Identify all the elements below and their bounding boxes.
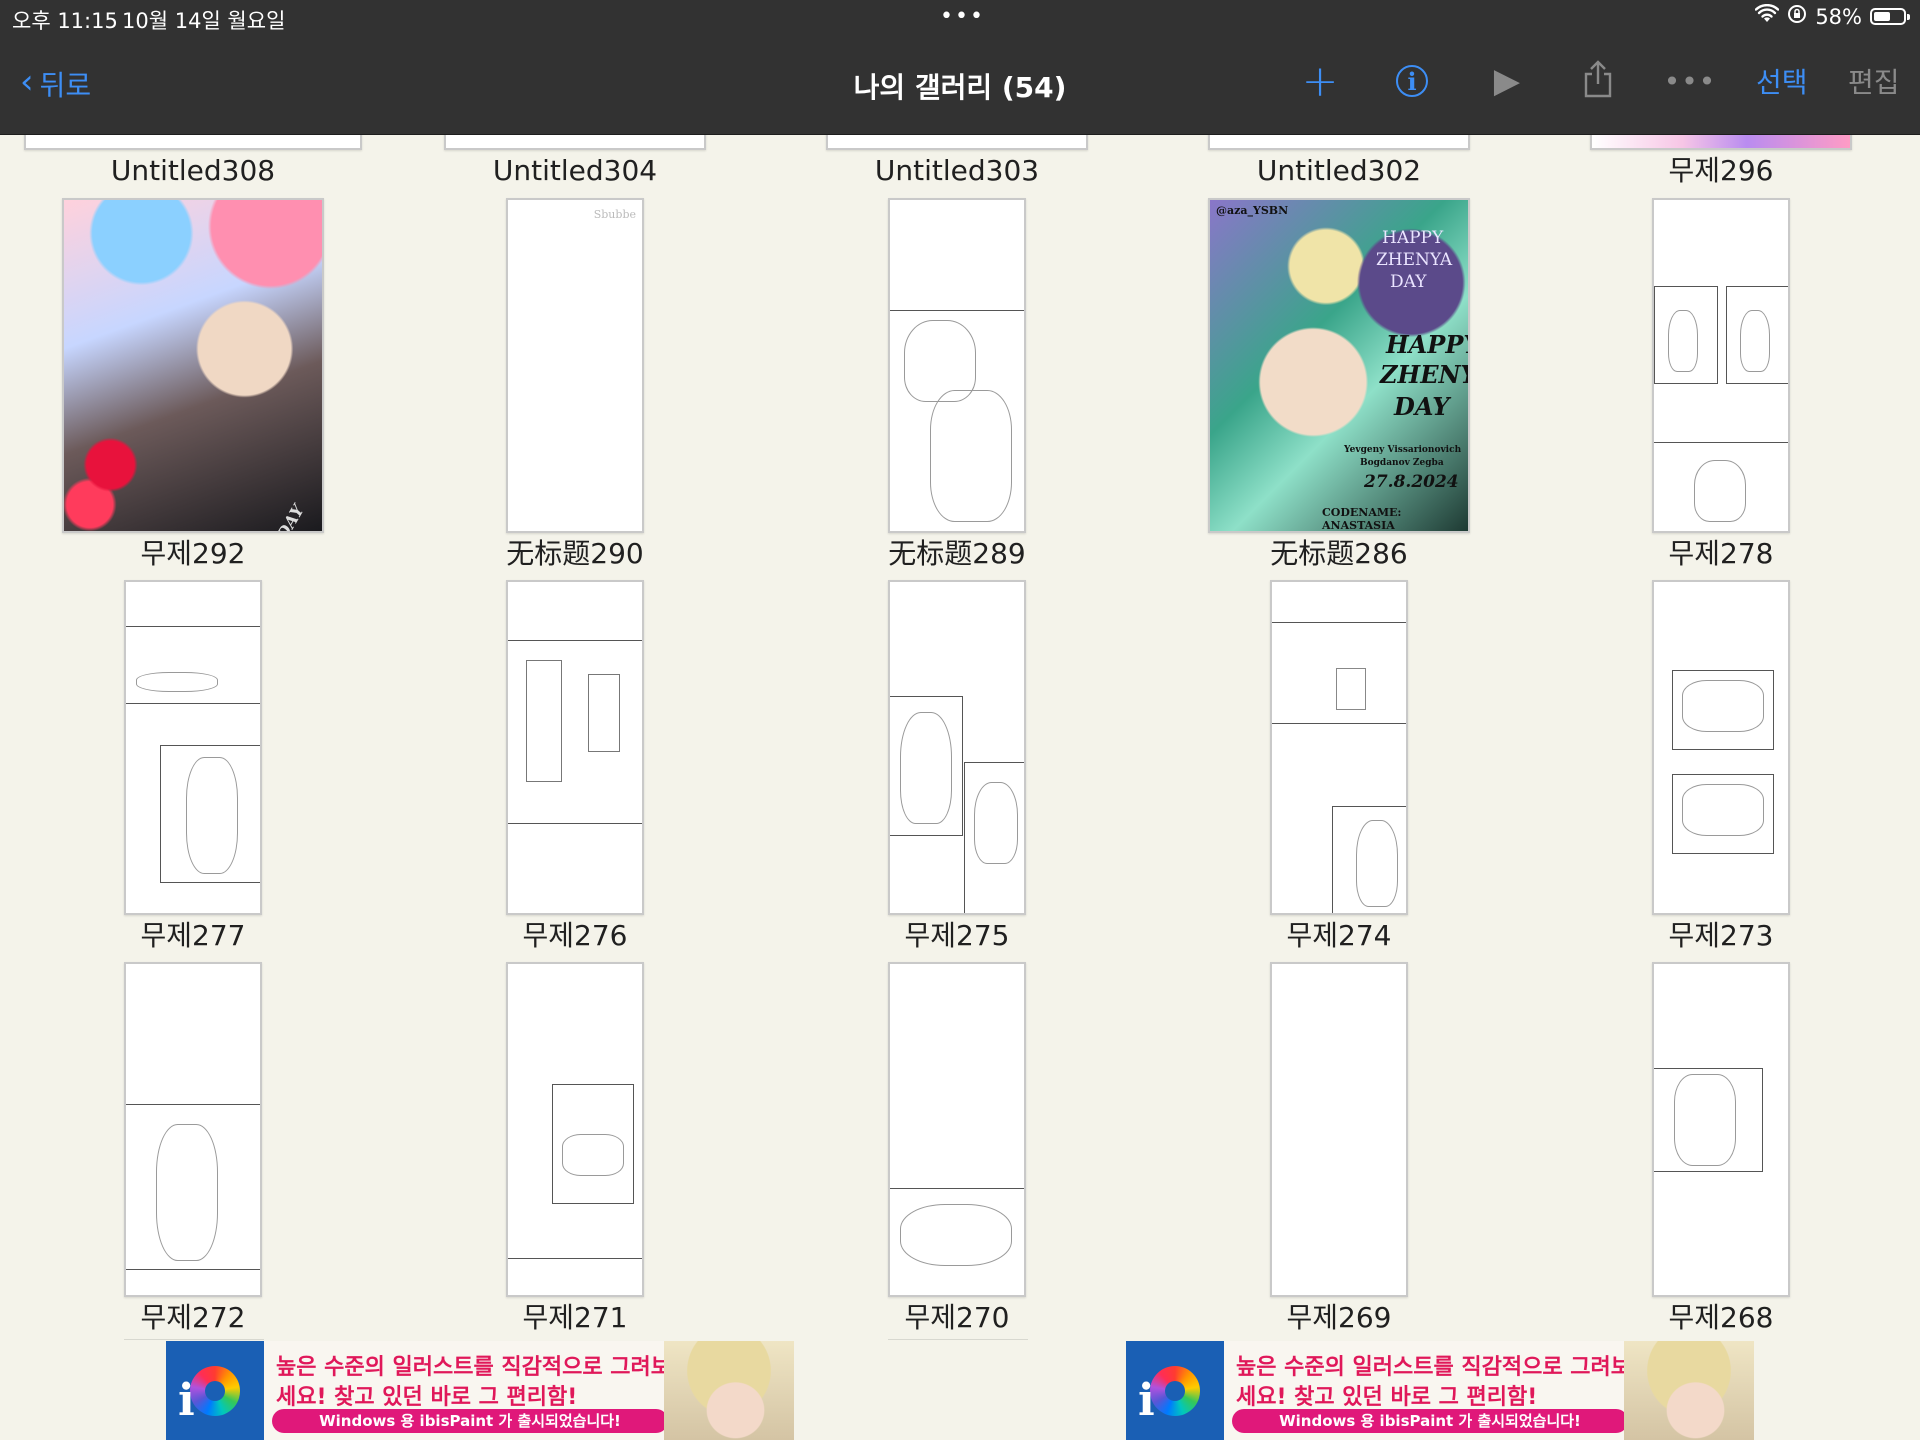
artwork-thumbnail[interactable]: @aza_YSBN HAPPY ZHENYA DAY HAPPY ZHENYA …: [1208, 198, 1470, 533]
artwork-title: 무제276: [522, 919, 628, 952]
ad-headline: 높은 수준의 일러스트를 직감적으로 그려보: [1236, 1355, 1631, 1380]
share-icon: [1582, 60, 1614, 102]
artwork-signature: HAPPY ... DAY: [228, 502, 308, 532]
artwork-thumbnail[interactable]: [1270, 580, 1408, 915]
artwork-thumbnail[interactable]: HAPPY ... DAY: [62, 198, 324, 533]
artwork-thumbnail[interactable]: [506, 962, 644, 1297]
status-bar: 오후 11:15 10월 14일 월요일 ••• 58%: [0, 0, 1920, 36]
ad-character-image: [1624, 1341, 1754, 1440]
artwork-title: 무제269: [1286, 1301, 1392, 1334]
battery-percent: 58%: [1815, 4, 1862, 29]
logo-letter: i: [178, 1375, 195, 1426]
artwork-thumbnail[interactable]: [888, 198, 1026, 533]
artwork-thumbnail[interactable]: [888, 962, 1026, 1297]
logo-letter: i: [1138, 1375, 1155, 1426]
artwork-thumbnail[interactable]: Sbubbe: [506, 198, 644, 533]
artwork-gallery[interactable]: Untitled308 Untitled304 Untitled303 Unti…: [0, 135, 1920, 1340]
ibispaint-logo: i: [1126, 1341, 1224, 1440]
edit-button[interactable]: 편집: [1848, 56, 1900, 106]
artwork-text: HAPPY: [1382, 228, 1444, 248]
artwork-title: 无标题286: [1270, 537, 1408, 570]
more-button[interactable]: •••: [1664, 56, 1716, 106]
ad-cta[interactable]: Windows 용 ibisPaint 가 출시되었습니다!: [1232, 1409, 1628, 1433]
artwork-signature: Sbubbe: [593, 208, 636, 221]
artwork-title: 无标题290: [506, 537, 644, 570]
navigation-bar: ‹ 뒤로 나의 갤러리 (54) + i ▶ ••• 선택 편집: [0, 36, 1920, 135]
artwork-title: 无标题289: [888, 537, 1026, 570]
artwork-text: 27.8.2024: [1364, 472, 1459, 492]
artwork-title: 무제271: [522, 1301, 628, 1334]
wifi-icon: [1755, 3, 1780, 29]
artwork-title: Untitled303: [874, 154, 1040, 187]
artwork-text: @aza_YSBN: [1216, 204, 1289, 217]
artwork-thumbnail[interactable]: [506, 580, 644, 915]
artwork-text: CODENAME: ANASTASIA: [1322, 506, 1402, 532]
status-time: 오후 11:15: [12, 9, 118, 33]
page-title: 나의 갤러리 (54): [853, 71, 1067, 104]
artwork-thumbnail[interactable]: [1652, 198, 1790, 533]
artwork-thumbnail[interactable]: [24, 135, 362, 150]
artwork-title: 무제277: [140, 919, 246, 952]
artwork-title: 무제268: [1668, 1301, 1774, 1334]
ad-character-image: [664, 1341, 794, 1440]
artwork-text: DAY: [1394, 392, 1450, 421]
play-icon: ▶: [1493, 61, 1521, 101]
artwork-thumbnail[interactable]: [1270, 962, 1408, 1297]
artwork-title: 무제273: [1668, 919, 1774, 952]
artwork-text: ZHENYA: [1376, 250, 1453, 270]
status-indicators: 58%: [1755, 3, 1910, 29]
add-button[interactable]: +: [1300, 55, 1340, 107]
artwork-text: Bogdanov Zegba: [1360, 458, 1444, 468]
ad-cta[interactable]: Windows 용 ibisPaint 가 출시되었습니다!: [272, 1409, 668, 1433]
ad-headline: 높은 수준의 일러스트를 직감적으로 그려보: [276, 1355, 671, 1380]
more-icon: •••: [1663, 64, 1717, 98]
ad-subline: 세요! 찾고 있던 바로 그 편리함!: [276, 1385, 578, 1410]
artwork-text: Yevgeny Vissarionovich: [1344, 445, 1462, 455]
artwork-title: 무제270: [904, 1301, 1010, 1334]
play-button[interactable]: ▶: [1487, 56, 1527, 106]
ad-subline: 세요! 찾고 있던 바로 그 편리함!: [1236, 1385, 1538, 1410]
share-button[interactable]: [1578, 56, 1618, 106]
row-divider: [124, 1339, 264, 1340]
status-date: 10월 14일 월요일: [122, 9, 286, 33]
artwork-title: 무제278: [1668, 537, 1774, 570]
artwork-title: Untitled304: [492, 154, 658, 187]
info-icon: i: [1396, 65, 1428, 97]
artwork-title: Untitled308: [110, 154, 276, 187]
orientation-lock-icon: [1787, 4, 1807, 29]
ibispaint-logo: i: [166, 1341, 264, 1440]
artwork-thumbnail[interactable]: [1590, 135, 1852, 150]
artwork-thumbnail[interactable]: [888, 580, 1026, 915]
artwork-thumbnail[interactable]: [1208, 135, 1470, 150]
info-button[interactable]: i: [1392, 56, 1432, 106]
multitask-dots[interactable]: •••: [940, 4, 985, 29]
artwork-thumbnail[interactable]: [444, 135, 706, 150]
artwork-thumbnail[interactable]: [124, 580, 262, 915]
artwork-thumbnail[interactable]: [826, 135, 1088, 150]
select-button[interactable]: 선택: [1756, 56, 1808, 106]
ad-banner[interactable]: i 높은 수준의 일러스트를 직감적으로 그려보 세요! 찾고 있던 바로 그 …: [1126, 1341, 1754, 1440]
color-wheel-icon: [190, 1365, 240, 1416]
plus-icon: +: [1301, 55, 1339, 107]
artwork-title: 무제292: [140, 537, 246, 570]
artwork-thumbnail[interactable]: [124, 962, 262, 1297]
battery-icon: [1870, 8, 1910, 25]
artwork-title: 무제272: [140, 1301, 246, 1334]
artwork-thumbnail[interactable]: [1652, 580, 1790, 915]
color-wheel-icon: [1150, 1365, 1200, 1416]
artwork-title: 무제275: [904, 919, 1010, 952]
artwork-title: Untitled302: [1256, 154, 1422, 187]
artwork-text: ZHENYA: [1380, 360, 1468, 389]
artwork-thumbnail[interactable]: [1652, 962, 1790, 1297]
artwork-text: HAPPY: [1386, 330, 1468, 359]
artwork-title: 무제274: [1286, 919, 1392, 952]
row-divider: [888, 1339, 1028, 1340]
ad-banner[interactable]: i 높은 수준의 일러스트를 직감적으로 그려보 세요! 찾고 있던 바로 그 …: [166, 1341, 794, 1440]
artwork-text: DAY: [1390, 272, 1427, 292]
artwork-title: 무제296: [1668, 154, 1774, 187]
